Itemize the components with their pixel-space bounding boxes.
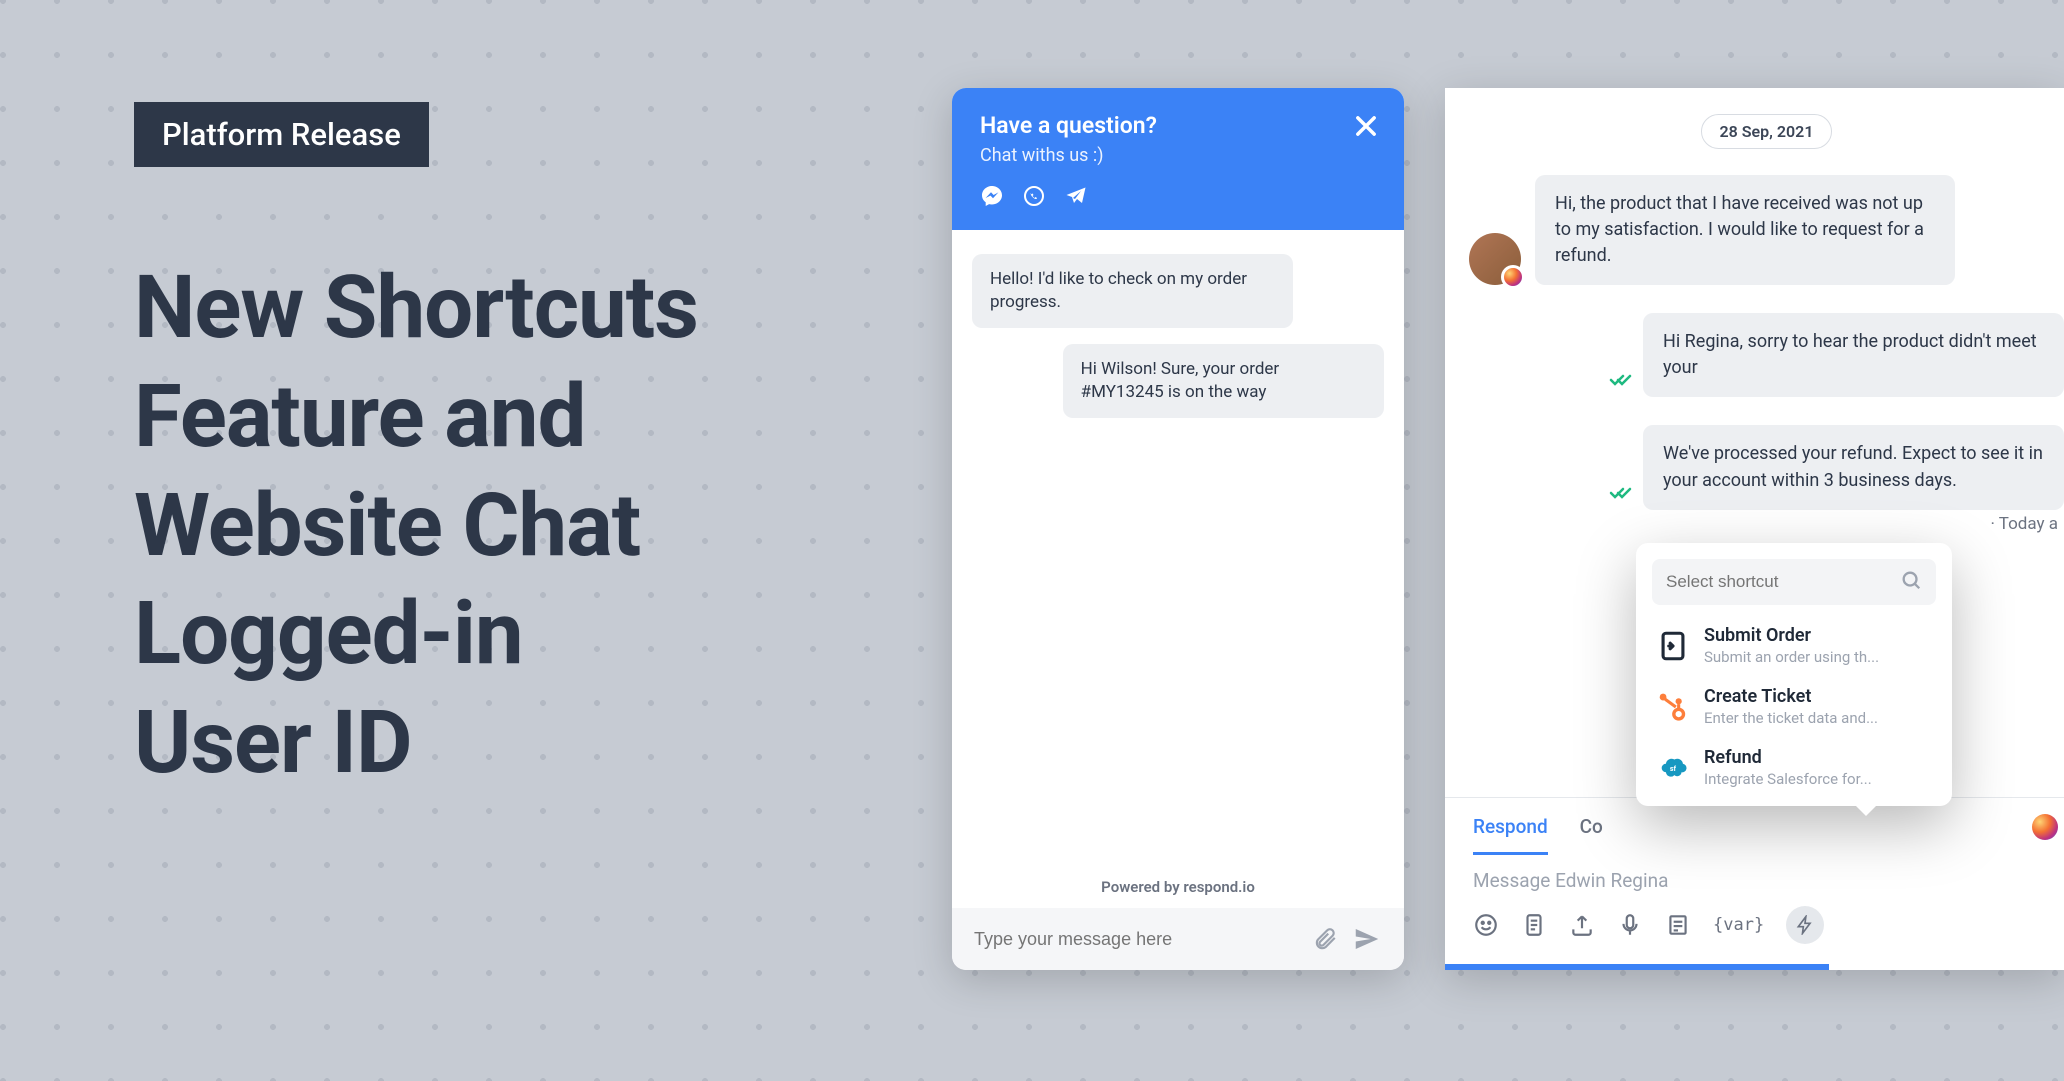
shortcut-item-refund[interactable]: sf Refund Integrate Salesforce for... <box>1636 737 1952 798</box>
progress-indicator <box>1445 964 1829 970</box>
close-icon[interactable] <box>1352 112 1380 140</box>
attachment-icon[interactable] <box>1312 926 1338 952</box>
salesforce-icon: sf <box>1656 751 1690 785</box>
chat-widget-body: Hello! I'd like to check on my order pro… <box>952 230 1404 866</box>
chat-message-input[interactable] <box>974 929 1298 950</box>
shortcut-item-create-ticket[interactable]: Create Ticket Enter the ticket data and.… <box>1636 676 1952 737</box>
template-icon[interactable] <box>1665 912 1691 938</box>
compose-input[interactable]: Message Edwin Regina <box>1473 869 2036 892</box>
chat-widget-panel: Have a question? Chat withs us :) Hello!… <box>952 88 1404 970</box>
message-bubble-outgoing: Hi Regina, sorry to hear the product did… <box>1643 313 2064 397</box>
banner-category-label: Platform Release <box>134 102 429 167</box>
hubspot-icon <box>1656 690 1690 724</box>
banner-title: New ShortcutsFeature andWebsite ChatLogg… <box>134 254 698 798</box>
compose-toolbar: {var} <box>1473 906 2036 944</box>
tab-respond[interactable]: Respond <box>1473 815 1548 838</box>
shortcut-item-title: Submit Order <box>1704 625 1879 646</box>
read-receipt-icon <box>1609 480 1633 504</box>
chat-input-row <box>952 908 1404 970</box>
compose-area: Message Edwin Regina {var} <box>1445 855 2064 964</box>
message-bubble-outgoing: We've processed your refund. Expect to s… <box>1643 425 2064 509</box>
chat-widget-subtitle: Chat withs us :) <box>980 145 1376 166</box>
shortcut-popover: Submit Order Submit an order using th...… <box>1636 543 1952 806</box>
shortcut-item-desc: Integrate Salesforce for... <box>1704 770 1872 788</box>
instagram-badge-icon <box>1501 265 1525 289</box>
shortcut-item-desc: Submit an order using th... <box>1704 648 1879 666</box>
shortcut-search-box[interactable] <box>1652 559 1936 605</box>
messenger-icon[interactable] <box>980 184 1004 208</box>
message-bubble-incoming: Hi, the product that I have received was… <box>1535 175 1955 285</box>
shortcuts-button[interactable] <box>1786 906 1824 944</box>
voice-icon[interactable] <box>1617 912 1643 938</box>
avatar <box>1469 233 1521 285</box>
date-separator: 28 Sep, 2021 <box>1701 114 1833 149</box>
message-row-outgoing: We've processed your refund. Expect to s… <box>1469 425 2064 509</box>
variable-icon[interactable]: {var} <box>1713 912 1764 938</box>
tab-comment[interactable]: Co <box>1580 815 1603 838</box>
channel-icons-row <box>980 184 1376 208</box>
read-receipt-icon <box>1609 367 1633 391</box>
shortcut-item-submit-order[interactable]: Submit Order Submit an order using th... <box>1636 615 1952 676</box>
chat-message-outgoing: Hi Wilson! Sure, your order #MY13245 is … <box>1063 344 1384 418</box>
conversation-panel: 28 Sep, 2021 Hi, the product that I have… <box>1445 88 2064 970</box>
svg-text:sf: sf <box>1670 763 1677 772</box>
message-row-outgoing: Hi Regina, sorry to hear the product did… <box>1469 313 2064 397</box>
chat-widget-header: Have a question? Chat withs us :) <box>952 88 1404 230</box>
search-icon <box>1900 569 1922 595</box>
emoji-icon[interactable] <box>1473 912 1499 938</box>
instagram-channel-icon[interactable] <box>2032 814 2058 840</box>
snippet-icon[interactable] <box>1521 912 1547 938</box>
upload-icon[interactable] <box>1569 912 1595 938</box>
shortcut-item-title: Refund <box>1704 747 1872 768</box>
telegram-icon[interactable] <box>1064 184 1088 208</box>
message-row-incoming: Hi, the product that I have received was… <box>1469 175 2064 285</box>
powered-by-label: Powered by respond.io <box>952 866 1404 908</box>
submit-order-icon <box>1656 629 1690 663</box>
whatsapp-icon[interactable] <box>1022 184 1046 208</box>
chat-widget-title: Have a question? <box>980 112 1376 139</box>
shortcut-search-input[interactable] <box>1666 572 1900 592</box>
shortcut-item-title: Create Ticket <box>1704 686 1878 707</box>
timestamp-label: · Today a <box>1469 514 2064 534</box>
send-icon[interactable] <box>1352 924 1382 954</box>
chat-message-incoming: Hello! I'd like to check on my order pro… <box>972 254 1293 328</box>
shortcut-item-desc: Enter the ticket data and... <box>1704 709 1878 727</box>
